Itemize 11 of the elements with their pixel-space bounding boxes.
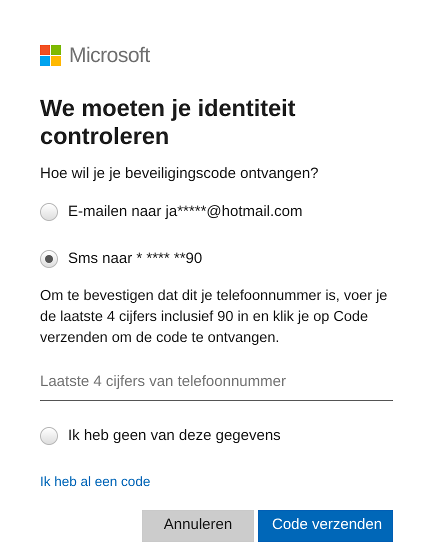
question-text: Hoe wil je je beveiligingscode ontvangen? <box>40 164 320 184</box>
logo-icon <box>40 45 61 66</box>
brand-name: Microsoft <box>69 43 150 69</box>
send-code-button[interactable]: Code verzenden <box>258 510 393 542</box>
radio-option[interactable]: Ik heb geen van deze gegevens <box>40 424 281 447</box>
cancel-button[interactable]: Annuleren <box>142 510 254 542</box>
page-title: We moeten je identiteit controleren <box>40 94 296 150</box>
instructions-text: Om te bevestigen dat dit je telefoonnummer is, voer je de laatste 4 cijfers inclusief 90 in en klik je op Code verzenden om de code te ontvangen. <box>40 287 388 348</box>
have-code-link[interactable]: Ik heb al een code <box>40 474 150 489</box>
radio-option[interactable]: Sms naar * **** **90 <box>40 248 202 270</box>
radio-option[interactable]: E-mailen naar ja*****@hotmail.com <box>40 201 302 224</box>
